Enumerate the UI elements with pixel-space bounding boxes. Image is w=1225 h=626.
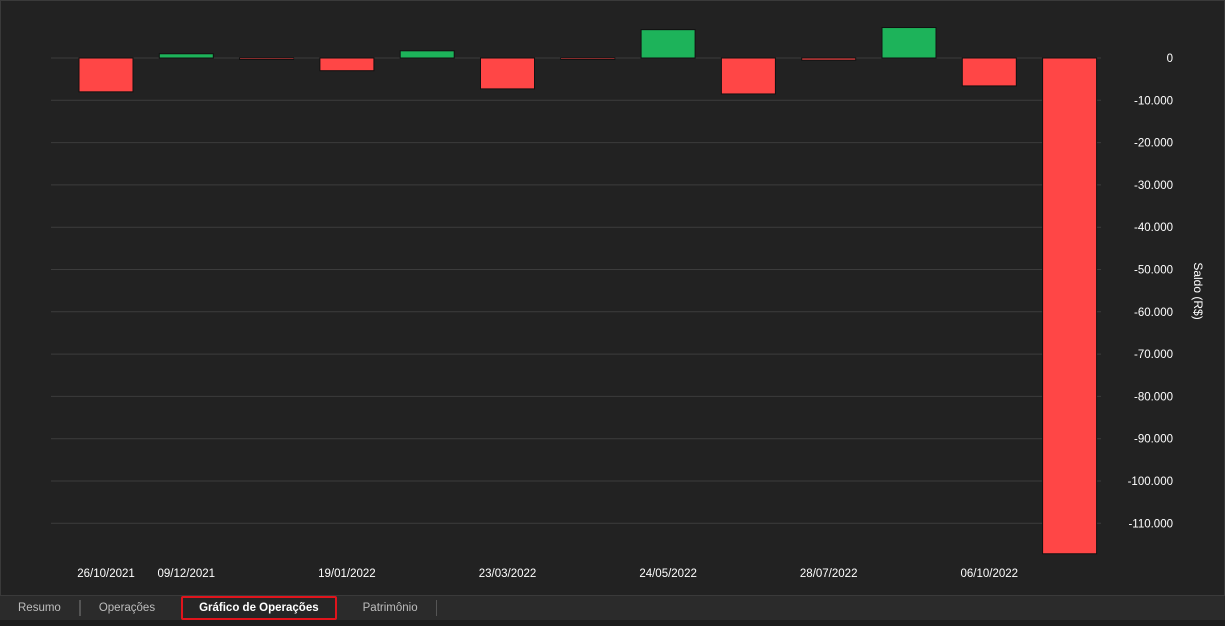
bar: [881, 27, 937, 59]
y-tick-label: -110.000: [1128, 518, 1173, 530]
bar: [239, 57, 295, 60]
tab-resumo[interactable]: Resumo: [0, 600, 80, 616]
bar: [1042, 57, 1098, 555]
y-tick-label: -100.000: [1128, 476, 1173, 488]
bar: [399, 50, 455, 59]
tab-patrimonio[interactable]: Patrimônio: [345, 600, 437, 616]
bar: [480, 57, 535, 90]
x-tick-label: 26/10/2021: [77, 568, 135, 580]
bar: [801, 57, 857, 61]
bar: [961, 57, 1017, 87]
window-bottom-edge: [0, 620, 1225, 626]
sheet-tab-bar: Resumo Operações Gráfico de Operações Pa…: [0, 596, 1225, 620]
bars: [78, 27, 1098, 555]
x-tick-label: 09/12/2021: [158, 568, 216, 580]
y-tick-label: -40.000: [1134, 222, 1173, 234]
y-tick-label: -80.000: [1134, 391, 1173, 403]
bar: [640, 29, 696, 59]
bar: [319, 57, 375, 72]
bar: [720, 57, 776, 95]
bar: [158, 53, 214, 59]
bar: [560, 57, 616, 60]
y-tick-label: -10.000: [1134, 95, 1173, 107]
y-tick-label: -60.000: [1134, 307, 1173, 319]
bar-chart: 0 -10.000 -20.000 -30.000 -40.000 -50.000 -60.…: [51, 27, 1205, 580]
y-tick-label: -30.000: [1134, 180, 1173, 192]
x-axis-ticks: 26/10/2021 09/12/2021 19/01/2022 23/03/2022…: [77, 568, 1018, 580]
y-tick-label: -70.000: [1134, 349, 1173, 361]
x-tick-label: 23/03/2022: [479, 568, 537, 580]
tab-operacoes[interactable]: Operações: [79, 600, 173, 616]
x-tick-label: 24/05/2022: [639, 568, 697, 580]
y-axis-label: Saldo (R$): [1191, 262, 1205, 319]
y-axis-ticks: 0 -10.000 -20.000 -30.000 -40.000 -50.000 -60.…: [1128, 53, 1173, 530]
grid-lines: [51, 57, 1101, 524]
y-tick-label: -50.000: [1134, 265, 1173, 277]
x-tick-label: 06/10/2022: [961, 568, 1019, 580]
x-tick-label: 28/07/2022: [800, 568, 858, 580]
bar: [78, 57, 134, 93]
y-tick-label: -90.000: [1134, 434, 1173, 446]
y-tick-label: 0: [1167, 53, 1173, 65]
tab-grafico-de-operacoes[interactable]: Gráfico de Operações: [181, 596, 337, 620]
x-tick-label: 19/01/2022: [318, 568, 376, 580]
chart-panel: 0 -10.000 -20.000 -30.000 -40.000 -50.000 -60.…: [0, 0, 1225, 596]
y-tick-label: -20.000: [1134, 138, 1173, 150]
